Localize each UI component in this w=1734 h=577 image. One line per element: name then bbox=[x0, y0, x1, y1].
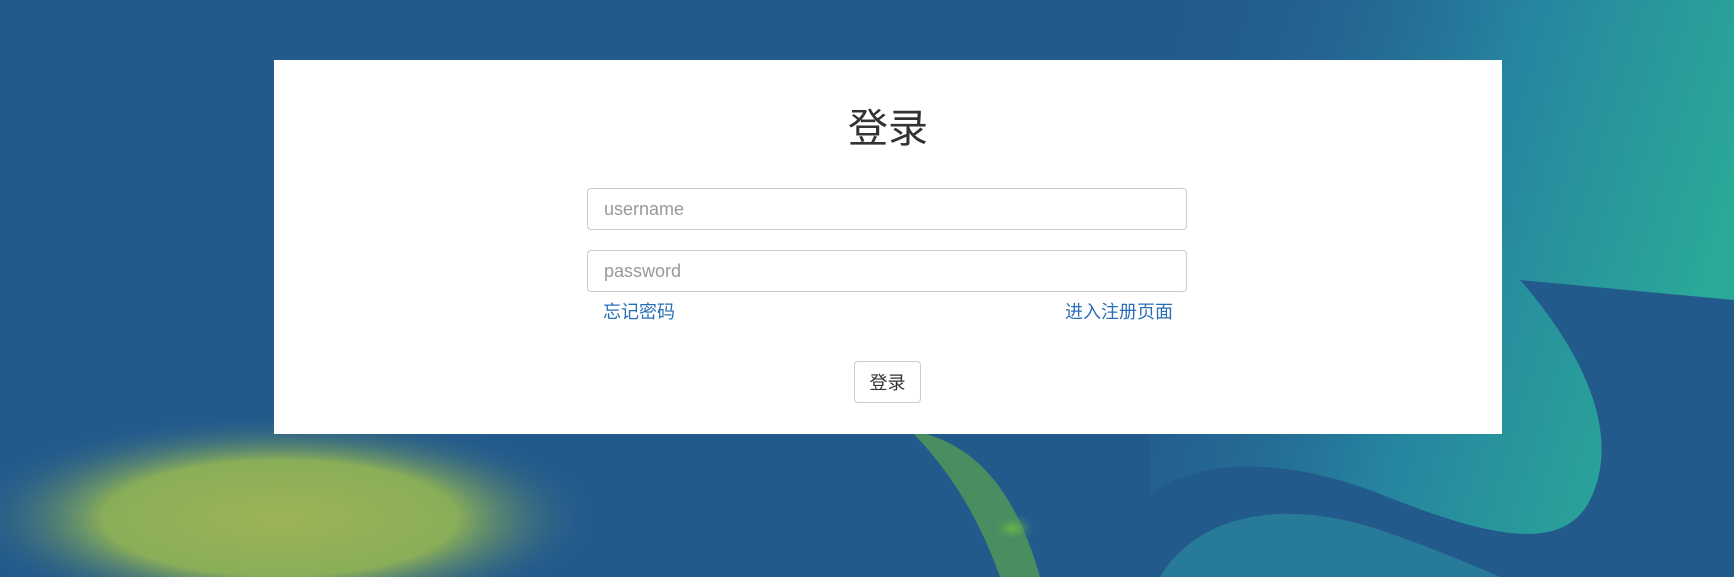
page-background: 登录 忘记密码 进入注册页面 登录 bbox=[0, 0, 1734, 577]
username-input[interactable] bbox=[587, 188, 1187, 230]
login-button[interactable]: 登录 bbox=[854, 361, 921, 403]
page-title: 登录 bbox=[848, 106, 928, 152]
forgot-password-link[interactable]: 忘记密码 bbox=[603, 301, 675, 325]
login-card: 登录 忘记密码 进入注册页面 登录 bbox=[274, 60, 1502, 434]
register-page-link[interactable]: 进入注册页面 bbox=[1065, 301, 1173, 325]
password-input[interactable] bbox=[587, 250, 1187, 292]
